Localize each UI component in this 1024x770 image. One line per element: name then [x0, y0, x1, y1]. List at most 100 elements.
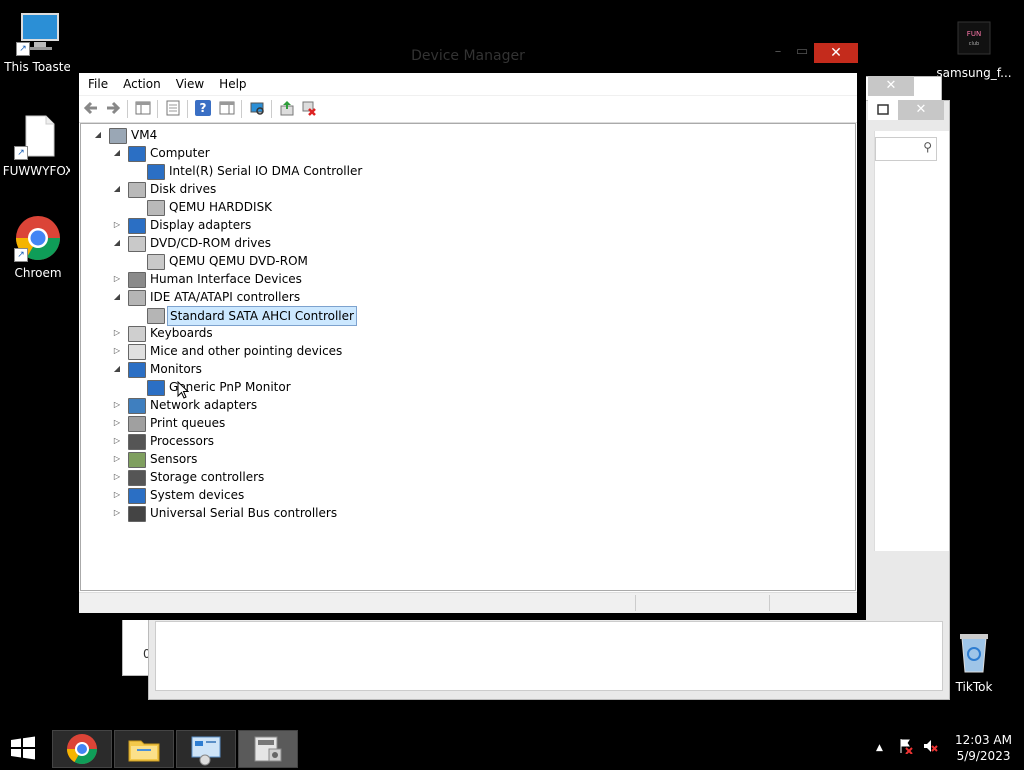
status-separator: [769, 595, 770, 611]
tree-item-disk-drives[interactable]: ◢ Disk drives: [81, 180, 841, 198]
recycle-bin-icon: [950, 628, 998, 676]
expand-arrow-icon[interactable]: ▷: [112, 396, 122, 414]
tree-item-generic-pnp-monitor[interactable]: Generic PnP Monitor: [81, 378, 841, 396]
storage-controller-icon: [128, 470, 146, 486]
collapse-arrow-icon[interactable]: ◢: [112, 360, 122, 378]
tree-item-print-queues[interactable]: ▷ Print queues: [81, 414, 841, 432]
tree-item-intel-r-serial-io-dma-controller[interactable]: Intel(R) Serial IO DMA Controller: [81, 162, 841, 180]
properties-icon[interactable]: [165, 100, 181, 116]
desktop-icon-label: Chroem: [14, 266, 62, 280]
system-devices-icon: [128, 488, 146, 504]
tree-item-display-adapters[interactable]: ▷ Display adapters: [81, 216, 841, 234]
tree-item-sensors[interactable]: ▷ Sensors: [81, 450, 841, 468]
expand-arrow-icon[interactable]: ▷: [112, 468, 122, 486]
volume-muted-icon[interactable]: [922, 738, 938, 757]
tree-item-human-interface-devices[interactable]: ▷ Human Interface Devices: [81, 270, 841, 288]
scan-hardware-icon[interactable]: [249, 100, 265, 116]
control-panel-taskbar-button[interactable]: [176, 730, 236, 768]
desktop-icon-fuwwyfox[interactable]: ↗ FUWWYFOX: [0, 112, 78, 178]
device-manager-window[interactable]: Device Manager – ▭ ✕ File Action View Help …: [70, 40, 866, 620]
file-explorer-taskbar-button[interactable]: [114, 730, 174, 768]
expand-arrow-icon[interactable]: ▷: [112, 504, 122, 522]
maximize-button[interactable]: ▭: [788, 43, 816, 61]
tree-item-universal-serial-bus-controllers[interactable]: ▷ Universal Serial Bus controllers: [81, 504, 841, 522]
show-hide-tree-icon[interactable]: [135, 100, 151, 116]
tree-item-label: Display adapters: [150, 218, 252, 232]
disk-drive-icon: [128, 182, 146, 198]
tree-item-label: Network adapters: [150, 398, 258, 412]
forward-icon[interactable]: [105, 100, 121, 116]
tree-item-label: VM4: [131, 128, 158, 142]
sensor-icon: [128, 452, 146, 468]
tree-item-ide-ata-atapi-controllers[interactable]: ◢ IDE ATA/ATAPI controllers: [81, 288, 841, 306]
collapse-arrow-icon[interactable]: ◢: [93, 126, 103, 144]
close-button[interactable]: ✕: [814, 43, 858, 63]
chrome-taskbar-button[interactable]: [52, 730, 112, 768]
background-window-content: [155, 621, 943, 691]
menu-file[interactable]: File: [79, 73, 114, 91]
tree-item-vm4[interactable]: ◢ VM4: [81, 126, 841, 144]
tree-item-dvd-cd-rom-drives[interactable]: ◢ DVD/CD-ROM drives: [81, 234, 841, 252]
update-driver-icon[interactable]: [279, 100, 295, 116]
back-icon[interactable]: [83, 100, 99, 116]
clock-time: 12:03 AM: [955, 733, 1012, 747]
desktop-icon-this-toaster[interactable]: ↗ This Toaster: [0, 8, 80, 74]
expand-arrow-icon[interactable]: ▷: [112, 414, 122, 432]
start-button[interactable]: [6, 732, 40, 764]
tree-item-system-devices[interactable]: ▷ System devices: [81, 486, 841, 504]
file-explorer-icon: [128, 740, 160, 762]
maximize-button[interactable]: [868, 100, 898, 120]
tree-item-network-adapters[interactable]: ▷ Network adapters: [81, 396, 841, 414]
search-input[interactable]: ⚲: [875, 137, 937, 161]
ide-controller-icon: [128, 290, 146, 306]
background-window-close-button[interactable]: ✕: [868, 76, 914, 96]
expand-arrow-icon[interactable]: ▷: [112, 324, 122, 342]
expand-arrow-icon[interactable]: ▷: [112, 432, 122, 450]
show-hidden-icons-button[interactable]: ▲: [876, 743, 883, 753]
device-manager-taskbar-button[interactable]: [238, 730, 298, 768]
collapse-arrow-icon[interactable]: ◢: [112, 180, 122, 198]
tree-item-standard-sata-ahci-controller[interactable]: Standard SATA AHCI Controller: [81, 306, 841, 326]
background-window-close-button-2[interactable]: ✕: [898, 100, 944, 120]
windows-logo-icon: [11, 736, 35, 760]
menu-view[interactable]: View: [167, 73, 210, 91]
network-adapter-icon: [128, 398, 146, 414]
system-clock[interactable]: 12:03 AM 5/9/2023: [955, 732, 1012, 764]
tree-item-storage-controllers[interactable]: ▷ Storage controllers: [81, 468, 841, 486]
expand-arrow-icon[interactable]: ▷: [112, 270, 122, 288]
processor-icon: [128, 434, 146, 450]
desktop-icon-samsung[interactable]: FUN club samsung_f...: [934, 14, 1014, 80]
tree-item-mice-and-other-pointing-devices[interactable]: ▷ Mice and other pointing devices: [81, 342, 841, 360]
action-pane-icon[interactable]: [219, 100, 235, 116]
action-center-icon[interactable]: [898, 738, 914, 757]
device-manager-client: File Action View Help ? ◢ VM4 ◢ Computer Intel(…: [79, 73, 857, 613]
desktop-icon-chroem[interactable]: ↗ Chroem: [0, 214, 78, 280]
tree-item-qemu-harddisk[interactable]: QEMU HARDDISK: [81, 198, 841, 216]
tree-item-processors[interactable]: ▷ Processors: [81, 432, 841, 450]
window-title: Device Manager: [411, 48, 525, 64]
taskbar: ▲ 12:03 AM 5/9/2023: [0, 728, 1024, 768]
help-icon[interactable]: ?: [195, 100, 211, 116]
device-tree[interactable]: ◢ VM4 ◢ Computer Intel(R) Serial IO DMA Cont…: [80, 123, 856, 591]
tree-item-monitors[interactable]: ◢ Monitors: [81, 360, 841, 378]
expand-arrow-icon[interactable]: ▷: [112, 450, 122, 468]
monitor-icon: [147, 164, 165, 180]
menu-help[interactable]: Help: [210, 73, 252, 91]
menu-action[interactable]: Action: [114, 73, 167, 91]
expand-arrow-icon[interactable]: ▷: [112, 342, 122, 360]
collapse-arrow-icon[interactable]: ◢: [112, 234, 122, 252]
tree-item-keyboards[interactable]: ▷ Keyboards: [81, 324, 841, 342]
expand-arrow-icon[interactable]: ▷: [112, 216, 122, 234]
toolbar-separator: [157, 100, 158, 118]
tree-item-computer[interactable]: ◢ Computer: [81, 144, 841, 162]
collapse-arrow-icon[interactable]: ◢: [112, 144, 122, 162]
computer-icon: [109, 128, 127, 144]
expand-arrow-icon[interactable]: ▷: [112, 486, 122, 504]
uninstall-device-icon[interactable]: [301, 100, 317, 116]
tree-item-qemu-qemu-dvd-rom[interactable]: QEMU QEMU DVD-ROM: [81, 252, 841, 270]
toolbar-separator: [271, 100, 272, 118]
tree-item-label: System devices: [150, 488, 245, 502]
tree-item-label: Storage controllers: [150, 470, 265, 484]
collapse-arrow-icon[interactable]: ◢: [112, 288, 122, 306]
dvd-drive-icon: [128, 236, 146, 252]
